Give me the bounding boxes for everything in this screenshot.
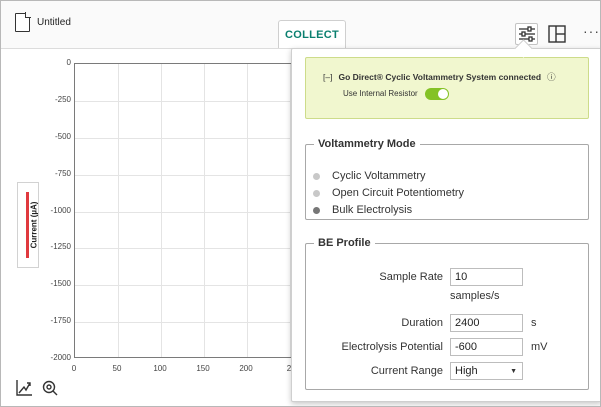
be-profile-group: BE Profile Sample Rate 10 samples/s Dura… [305, 237, 589, 390]
y-tick-label: -2000 [50, 353, 71, 362]
gridline-vertical [118, 64, 119, 357]
y-tick-label: -500 [54, 131, 71, 141]
mode-option-cyclic-voltammetry[interactable]: Cyclic Voltammetry [313, 170, 426, 182]
layout-icon [548, 25, 566, 43]
sample-rate-input[interactable]: 10 [450, 268, 523, 286]
collapse-toggle[interactable]: [–] [323, 72, 332, 82]
gridline-vertical [247, 64, 248, 357]
mode-option-label: Bulk Electrolysis [332, 204, 413, 216]
voltammetry-mode-group: Voltammetry Mode Cyclic Voltammetry Open… [305, 138, 589, 220]
duration-input[interactable]: 2400 [450, 314, 523, 332]
y-tick-label: -1750 [50, 316, 71, 326]
radio-button[interactable] [313, 173, 320, 180]
sample-rate-label: Sample Rate [379, 271, 443, 283]
collect-button[interactable]: COLLECT [278, 20, 346, 48]
electrolysis-potential-unit: mV [531, 341, 548, 353]
y-axis-label-button[interactable]: Current (µA) [17, 182, 39, 268]
dropdown-arrow-icon: ▼ [510, 368, 517, 375]
x-tick-label: 0 [71, 364, 77, 373]
radio-button-selected[interactable] [313, 207, 320, 214]
file-icon[interactable] [15, 12, 31, 32]
app-window: Untitled COLLECT ··· Current (µA) 0 -250… [0, 0, 601, 407]
info-icon[interactable]: ⓘ [547, 72, 556, 82]
more-options-button[interactable]: ··· [583, 23, 600, 39]
zoom-button[interactable] [41, 379, 61, 399]
device-name: Go Direct® Cyclic Voltammetry System con… [338, 72, 542, 82]
y-tick-label: -1000 [50, 205, 71, 215]
current-range-select[interactable]: High ▼ [450, 362, 523, 380]
file-title[interactable]: Untitled [37, 17, 71, 28]
x-tick-label: 100 [153, 364, 167, 373]
y-tick-label: -750 [54, 168, 71, 178]
device-status-line: [–] Go Direct® Cyclic Voltammetry System … [323, 71, 556, 83]
voltammetry-mode-legend: Voltammetry Mode [318, 138, 416, 150]
x-tick-label: 50 [112, 364, 122, 373]
mode-option-label: Open Circuit Potentiometry [332, 187, 465, 199]
collection-settings-popover: [–] Go Direct® Cyclic Voltammetry System … [291, 48, 600, 402]
duration-label: Duration [401, 317, 443, 329]
y-tick-label: -1250 [50, 242, 71, 252]
mode-option-label: Cyclic Voltammetry [332, 170, 426, 182]
y-tick-label: -1500 [50, 279, 71, 289]
layout-button[interactable] [548, 25, 566, 48]
sliders-icon [519, 26, 535, 42]
electrolysis-potential-input[interactable]: -600 [450, 338, 523, 356]
zoom-icon [42, 380, 58, 396]
chart-axes-icon [16, 380, 32, 396]
radio-button[interactable] [313, 190, 320, 197]
y-tick-label: -250 [54, 94, 71, 104]
device-status-panel: [–] Go Direct® Cyclic Voltammetry System … [305, 57, 589, 119]
electrolysis-potential-label: Electrolysis Potential [341, 341, 444, 353]
internal-resistor-toggle[interactable] [425, 88, 449, 100]
duration-unit: s [531, 317, 537, 329]
sample-rate-unit: samples/s [450, 290, 500, 302]
current-range-value: High [455, 365, 478, 377]
current-range-label: Current Range [370, 365, 443, 377]
toolbar: Untitled COLLECT ··· [1, 1, 600, 49]
autoscale-button[interactable] [15, 379, 35, 399]
x-tick-label: 150 [196, 364, 210, 373]
gridline-vertical [204, 64, 205, 357]
be-profile-legend: BE Profile [318, 237, 371, 249]
mode-option-open-circuit-potentiometry[interactable]: Open Circuit Potentiometry [313, 187, 465, 199]
x-tick-label: 200 [239, 364, 253, 373]
internal-resistor-label: Use Internal Resistor [343, 89, 418, 98]
gridline-vertical [161, 64, 162, 357]
y-tick-label: 0 [66, 58, 71, 67]
mode-option-bulk-electrolysis[interactable]: Bulk Electrolysis [313, 204, 413, 216]
